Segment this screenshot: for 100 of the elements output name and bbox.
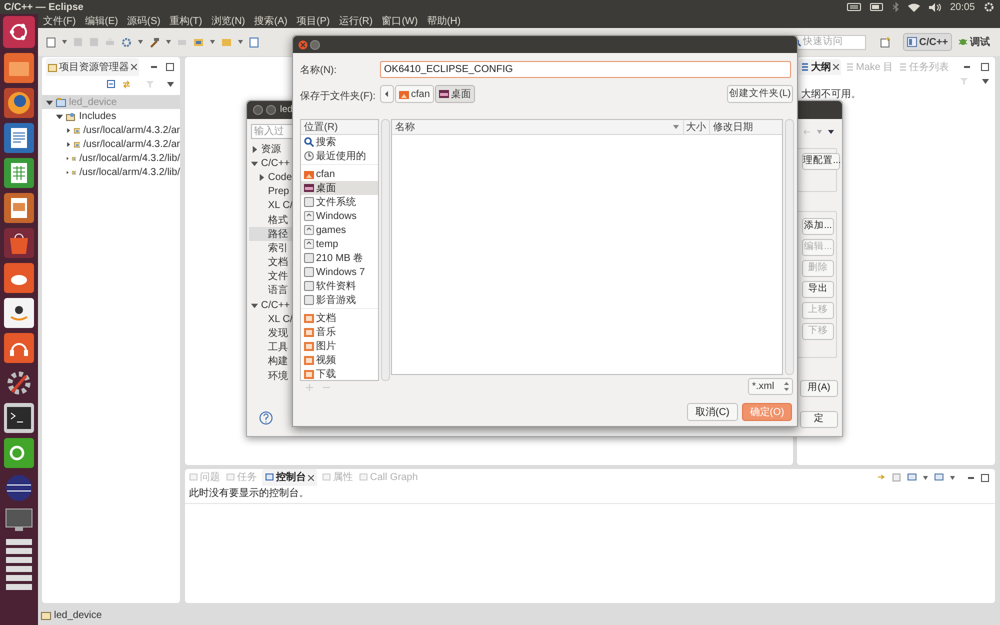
place-item[interactable]: cfan: [301, 167, 378, 181]
panel-tab[interactable]: 项目资源管理器: [46, 58, 139, 76]
place-item[interactable]: 下载: [301, 367, 378, 381]
down-triangle-icon[interactable]: [46, 98, 53, 106]
place-item[interactable]: 桌面: [301, 181, 378, 195]
filter-dropdown[interactable]: *.xml: [748, 378, 793, 395]
down-triangle-icon[interactable]: [251, 302, 258, 309]
caret-icon[interactable]: [138, 40, 143, 44]
column-header[interactable]: 大小: [684, 120, 710, 134]
hammer-icon[interactable]: [149, 36, 160, 48]
monitor-icon[interactable]: [934, 473, 944, 482]
caret-icon[interactable]: [62, 40, 67, 44]
spreadsheet-icon[interactable]: [4, 158, 34, 188]
place-item[interactable]: 音乐: [301, 325, 378, 339]
menu-item[interactable]: 帮助(H): [426, 14, 461, 28]
help-icon[interactable]: [259, 411, 273, 425]
place-item[interactable]: 文档: [301, 311, 378, 325]
document-icon[interactable]: [4, 123, 34, 153]
scrollbar[interactable]: [785, 119, 794, 375]
panel-tab[interactable]: 大纲: [799, 59, 841, 75]
place-item[interactable]: 视频: [301, 353, 378, 367]
terminal-icon[interactable]: [4, 403, 34, 433]
cog-icon[interactable]: [121, 36, 132, 48]
caret-icon[interactable]: [210, 40, 215, 44]
panel-tab[interactable]: 控制台: [262, 469, 317, 486]
shopping-bag-icon[interactable]: [4, 228, 34, 258]
menu-item[interactable]: 编辑(E): [84, 14, 118, 28]
view-menu-icon[interactable]: [982, 78, 989, 84]
perspective-button[interactable]: 调试: [954, 33, 994, 51]
page-icon[interactable]: [249, 36, 259, 48]
menu-item[interactable]: 窗口(W): [382, 14, 418, 28]
right-triangle-icon[interactable]: [66, 140, 71, 148]
page-icon[interactable]: [46, 36, 56, 48]
maximize-icon[interactable]: [166, 63, 174, 71]
caret-icon[interactable]: [923, 476, 928, 480]
path-button[interactable]: cfan: [395, 85, 434, 103]
tree-item[interactable]: Includes: [42, 109, 180, 123]
dialog-button[interactable]: 理配置...: [802, 153, 840, 170]
globe-icon[interactable]: [4, 88, 34, 118]
smile-icon[interactable]: [4, 298, 34, 328]
place-item[interactable]: 210 MB 卷: [301, 251, 378, 265]
right-triangle-icon[interactable]: [258, 174, 265, 181]
dialog-button[interactable]: 导出: [802, 281, 834, 298]
create-folder-button[interactable]: 创建文件夹(L): [727, 85, 793, 103]
maximize-icon[interactable]: [981, 63, 989, 71]
presentation-icon[interactable]: [4, 193, 34, 223]
tree-item[interactable]: /usr/local/arm/4.3.2/ar: [42, 137, 180, 151]
monitor-icon[interactable]: [907, 473, 917, 482]
dialog-button[interactable]: 定: [800, 411, 838, 428]
path-button[interactable]: 桌面: [434, 85, 475, 103]
perspective-button[interactable]: C/C++: [903, 33, 952, 51]
dialog-button[interactable]: 用(A): [800, 380, 838, 397]
caret-icon[interactable]: [166, 40, 171, 44]
gear-icon[interactable]: [984, 2, 994, 12]
menu-item[interactable]: 搜索(A): [254, 14, 288, 28]
ubuntu-logo-icon[interactable]: [3, 16, 35, 48]
open-perspective-icon[interactable]: [880, 36, 892, 48]
view-menu-icon[interactable]: [167, 82, 174, 86]
menu-item[interactable]: 源码(S): [127, 14, 160, 28]
name-field[interactable]: OK6410_ECLIPSE_CONFIG: [380, 61, 791, 78]
place-item[interactable]: 文件系统: [301, 195, 378, 209]
place-item[interactable]: games: [301, 223, 378, 237]
tree-item[interactable]: /usr/local/arm/4.3.2/lib/: [42, 151, 180, 165]
place-item[interactable]: 搜索: [301, 135, 378, 149]
clock[interactable]: 20:05: [950, 0, 975, 14]
headphones-icon[interactable]: [4, 333, 34, 363]
maximize-icon[interactable]: [981, 474, 989, 482]
menu-item[interactable]: 浏览(N): [211, 14, 246, 28]
ring-icon[interactable]: [4, 438, 34, 468]
place-item[interactable]: Windows 7: [301, 265, 378, 279]
right-triangle-icon[interactable]: [66, 168, 70, 176]
back-button-icon[interactable]: [380, 85, 394, 103]
caret-icon[interactable]: [950, 476, 955, 480]
down-triangle-icon[interactable]: [251, 160, 258, 167]
place-item[interactable]: 图片: [301, 339, 378, 353]
tree-item[interactable]: /usr/local/arm/4.3.2/ar: [42, 123, 180, 137]
column-header[interactable]: 名称: [392, 120, 684, 134]
scrollbar[interactable]: [381, 119, 390, 381]
right-triangle-icon[interactable]: [251, 146, 258, 153]
pin-icon[interactable]: [877, 473, 886, 482]
menu-item[interactable]: 重构(T): [169, 14, 202, 28]
column-header[interactable]: 修改日期: [710, 120, 782, 134]
menu-item[interactable]: 文件(F): [43, 14, 76, 28]
down-triangle-icon[interactable]: [56, 112, 63, 120]
column-header[interactable]: 位置(R): [301, 120, 378, 135]
monitor-icon[interactable]: [5, 508, 33, 532]
dialog-button[interactable]: 添加...: [802, 218, 834, 235]
place-item[interactable]: Windows: [301, 209, 378, 223]
place-item[interactable]: 软件资料: [301, 279, 378, 293]
place-item[interactable]: 最近使用的: [301, 149, 378, 163]
link-arrows-icon[interactable]: [122, 80, 131, 88]
place-item[interactable]: temp: [301, 237, 378, 251]
folder-icon[interactable]: [193, 37, 204, 47]
cloud-icon[interactable]: [4, 263, 34, 293]
right-triangle-icon[interactable]: [66, 154, 70, 162]
menu-item[interactable]: 项目(P): [296, 14, 330, 28]
tree-item[interactable]: /usr/local/arm/4.3.2/lib/: [42, 165, 180, 179]
collapse-all-icon[interactable]: [107, 80, 115, 88]
right-triangle-icon[interactable]: [66, 126, 71, 134]
sphere-icon[interactable]: [4, 473, 34, 503]
